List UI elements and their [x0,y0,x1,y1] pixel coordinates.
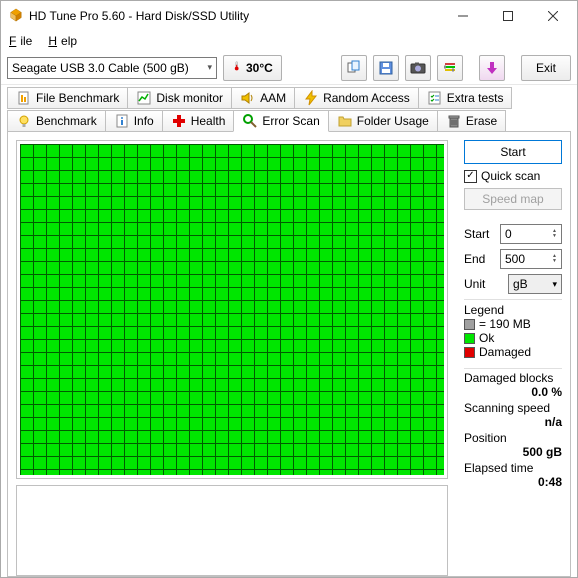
temperature-display: 30°C [223,55,282,81]
damaged-blocks-value: 0.0 % [464,385,562,399]
bulb-icon [16,113,32,129]
folder-icon [337,113,353,129]
scan-visual-area [16,140,456,576]
magnifier-icon [242,113,258,129]
legend: Legend = 190 MB Ok Damaged [464,299,562,359]
quick-scan-checkbox[interactable]: ✓ Quick scan [464,169,562,183]
temperature-value: 30°C [246,61,273,75]
tab-random-access[interactable]: Random Access [294,87,419,109]
app-icon [9,8,23,25]
tab-health[interactable]: Health [162,110,235,132]
start-input[interactable]: 0▲▼ [500,224,562,244]
control-panel: Start ✓ Quick scan Speed map Start 0▲▼ E… [456,140,568,576]
scanning-speed-label: Scanning speed [464,401,562,415]
tab-disk-monitor[interactable]: Disk monitor [127,87,232,109]
tab-file-benchmark[interactable]: File Benchmark [7,87,128,109]
menu-file[interactable]: File [5,32,36,50]
legend-damaged-swatch [464,347,475,358]
damaged-blocks-label: Damaged blocks [464,371,562,385]
tab-aam[interactable]: AAM [231,87,295,109]
menubar: File Help [1,31,577,51]
chevron-down-icon: ▾ [552,279,557,290]
tab-info[interactable]: Info [105,110,163,132]
stats: Damaged blocks 0.0 % Scanning speed n/a … [464,368,562,491]
checklist-icon [427,90,443,106]
app-window: HD Tune Pro 5.60 - Hard Disk/SSD Utility… [0,0,578,578]
info-icon [114,113,130,129]
legend-block-swatch [464,319,475,330]
screenshot-button[interactable] [405,55,431,81]
position-value: 500 gB [464,445,562,459]
tab-benchmark[interactable]: Benchmark [7,110,106,132]
download-button[interactable] [479,55,505,81]
block-grid [16,140,448,479]
speed-chart-area [16,485,448,576]
start-label: Start [464,227,494,241]
save-button[interactable] [373,55,399,81]
page-icon [16,90,32,106]
tabs-row-1: File Benchmark Disk monitor AAM Random A… [1,85,577,108]
chevron-down-icon: ▾ [207,62,212,73]
tabs-row-2: Benchmark Info Health Error Scan Folder … [1,108,577,131]
lightning-icon [303,90,319,106]
exit-button[interactable]: Exit [521,55,571,81]
unit-label: Unit [464,277,494,291]
menu-help[interactable]: Help [44,32,81,50]
spinner-icon[interactable]: ▲▼ [552,229,557,239]
tab-extra-tests[interactable]: Extra tests [418,87,513,109]
device-select[interactable]: Seagate USB 3.0 Cable (500 gB) ▾ [7,57,217,79]
minimize-button[interactable] [440,2,485,30]
device-name: Seagate USB 3.0 Cable (500 gB) [12,61,189,75]
tab-erase[interactable]: Erase [437,110,506,132]
scanning-speed-value: n/a [464,415,562,429]
thermometer-icon [232,58,242,77]
end-input[interactable]: 500▲▼ [500,249,562,269]
end-label: End [464,252,494,266]
end-row: End 500▲▼ [464,249,562,269]
window-title: HD Tune Pro 5.60 - Hard Disk/SSD Utility [29,9,440,23]
maximize-button[interactable] [485,2,530,30]
plus-icon [171,113,187,129]
options-button[interactable] [437,55,463,81]
elapsed-label: Elapsed time [464,461,562,475]
start-scan-button[interactable]: Start [464,140,562,164]
check-icon: ✓ [464,170,477,183]
spinner-icon[interactable]: ▲▼ [552,254,557,264]
titlebar: HD Tune Pro 5.60 - Hard Disk/SSD Utility [1,1,577,31]
block-grid-cells [20,144,444,475]
speed-map-button: Speed map [464,188,562,210]
unit-row: Unit gB▾ [464,274,562,294]
close-button[interactable] [530,2,575,30]
speaker-icon [240,90,256,106]
position-label: Position [464,431,562,445]
error-scan-panel: Start ✓ Quick scan Speed map Start 0▲▼ E… [7,131,571,577]
elapsed-value: 0:48 [464,475,562,489]
copy-info-button[interactable] [341,55,367,81]
legend-title: Legend [464,303,562,317]
trash-icon [446,113,462,129]
chart-icon [136,90,152,106]
tab-folder-usage[interactable]: Folder Usage [328,110,438,132]
start-row: Start 0▲▼ [464,224,562,244]
tab-error-scan[interactable]: Error Scan [233,110,328,132]
toolbar: Seagate USB 3.0 Cable (500 gB) ▾ 30°C Ex… [1,51,577,85]
legend-ok-swatch [464,333,475,344]
unit-select[interactable]: gB▾ [508,274,562,294]
